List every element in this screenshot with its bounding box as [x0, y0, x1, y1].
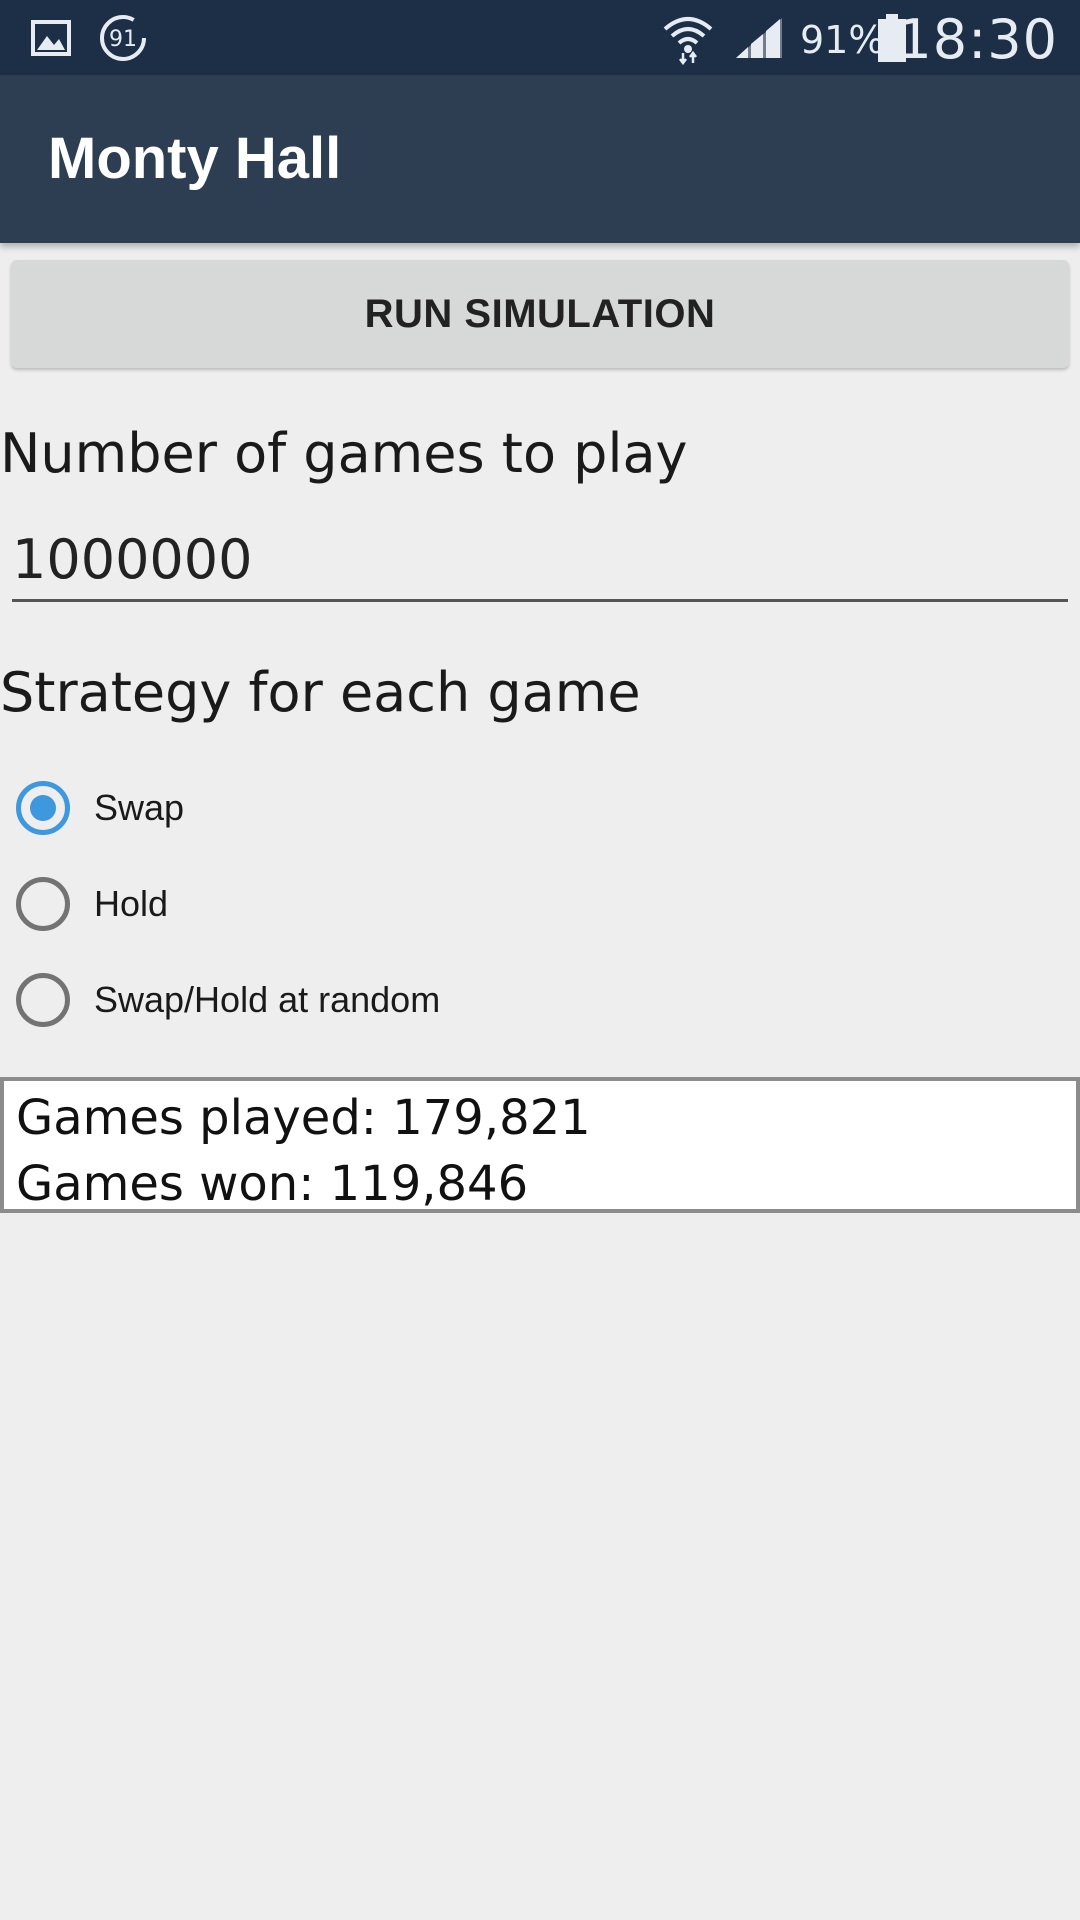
- games-count-input[interactable]: [12, 520, 1068, 602]
- strategy-option-hold[interactable]: Hold: [16, 869, 168, 939]
- strategy-label: Strategy for each game: [0, 661, 641, 724]
- wifi-icon: [660, 0, 716, 75]
- radio-unchecked-icon[interactable]: [16, 877, 70, 931]
- badge-91-icon: 91: [97, 0, 149, 75]
- app-title: Monty Hall: [48, 126, 342, 191]
- status-bar: 91 91% 18:30: [0, 0, 1080, 75]
- strategy-option-random[interactable]: Swap/Hold at random: [16, 965, 440, 1035]
- battery-percentage: 91%: [800, 18, 885, 62]
- strategy-option-label: Swap/Hold at random: [94, 979, 441, 1020]
- strategy-option-label: Swap: [94, 787, 185, 828]
- status-clock: 18:30: [897, 8, 1058, 71]
- radio-unchecked-icon[interactable]: [16, 973, 70, 1027]
- strategy-option-swap[interactable]: Swap: [16, 773, 184, 843]
- strategy-option-label: Hold: [94, 883, 169, 924]
- games-count-label: Number of games to play: [0, 422, 688, 485]
- run-simulation-button[interactable]: RUN SIMULATION: [11, 260, 1069, 368]
- radio-checked-icon[interactable]: [16, 781, 70, 835]
- gallery-icon: [30, 0, 72, 75]
- games-played-text: Games played: 179,821: [16, 1090, 591, 1146]
- games-won-text: Games won: 119,846: [16, 1156, 529, 1212]
- results-box: Games played: 179,821 Games won: 119,846: [0, 1077, 1080, 1213]
- signal-icon: [732, 0, 786, 75]
- app-bar: Monty Hall: [0, 75, 1080, 243]
- svg-text:91: 91: [109, 27, 137, 52]
